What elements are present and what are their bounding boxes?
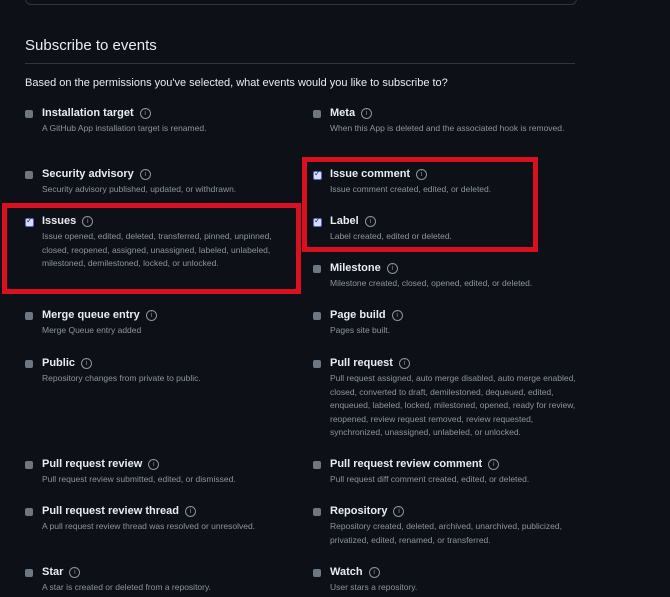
event-description: Repository created, deleted, archived, u… bbox=[330, 521, 562, 545]
event-title[interactable]: Merge queue entry i bbox=[42, 309, 157, 321]
event-description: Repository changes from private to publi… bbox=[42, 373, 201, 383]
event-title[interactable]: Page build i bbox=[330, 309, 403, 321]
event-description: A star is created or deleted from a repo… bbox=[42, 582, 211, 592]
section-intro: Based on the permissions you've selected… bbox=[25, 77, 448, 89]
event-description: Milestone created, closed, opened, edite… bbox=[330, 278, 533, 288]
event-label[interactable]: Security advisory bbox=[42, 168, 134, 180]
event-title[interactable]: Star i bbox=[42, 566, 81, 578]
event-description: A pull request review thread was resolve… bbox=[42, 521, 256, 531]
event-title[interactable]: Pull request review comment i bbox=[330, 458, 500, 470]
event-title[interactable]: Public i bbox=[42, 357, 93, 369]
event-description: Pull request assigned, auto merge disabl… bbox=[330, 373, 576, 437]
security-advisory-checkbox[interactable] bbox=[25, 171, 33, 179]
event-label[interactable]: Pull request review comment bbox=[330, 458, 482, 470]
page-build-checkbox[interactable] bbox=[313, 312, 321, 320]
event-title[interactable]: Meta i bbox=[330, 107, 373, 119]
star-checkbox[interactable] bbox=[25, 569, 33, 577]
event-label[interactable]: Star bbox=[42, 566, 63, 578]
event-description: Merge Queue entry added bbox=[42, 325, 142, 335]
info-icon[interactable]: i bbox=[148, 459, 160, 470]
event-label[interactable]: Public bbox=[42, 357, 75, 369]
highlight-box-issues bbox=[2, 203, 301, 294]
event-label[interactable]: Watch bbox=[330, 566, 363, 578]
info-icon[interactable]: i bbox=[361, 108, 373, 119]
event-title[interactable]: Pull request i bbox=[330, 357, 410, 369]
event-description: A GitHub App installation target is rena… bbox=[42, 123, 207, 133]
pull-request-checkbox[interactable] bbox=[313, 360, 321, 368]
info-icon[interactable]: i bbox=[368, 567, 380, 578]
event-description: Security advisory published, updated, or… bbox=[42, 184, 237, 194]
event-title[interactable]: Repository i bbox=[330, 505, 405, 517]
section-divider bbox=[25, 63, 575, 64]
info-icon[interactable]: i bbox=[398, 358, 410, 369]
merge-queue-entry-checkbox[interactable] bbox=[25, 312, 33, 320]
pull-request-review-thread-checkbox[interactable] bbox=[25, 508, 33, 516]
info-icon[interactable]: i bbox=[184, 506, 196, 517]
event-title[interactable]: Security advisory i bbox=[42, 168, 151, 180]
event-description: User stars a repository. bbox=[330, 582, 418, 592]
pull-request-review-comment-checkbox[interactable] bbox=[313, 461, 321, 469]
info-icon[interactable]: i bbox=[145, 310, 157, 321]
event-description: Pull request review submitted, edited, o… bbox=[42, 474, 236, 484]
event-label[interactable]: Pull request review bbox=[42, 458, 142, 470]
event-title[interactable]: Pull request review i bbox=[42, 458, 160, 470]
event-title[interactable]: Milestone i bbox=[330, 262, 398, 274]
info-icon[interactable]: i bbox=[139, 169, 151, 180]
highlight-box-issue-comment-label bbox=[302, 157, 538, 252]
installation-target-checkbox[interactable] bbox=[25, 110, 33, 118]
event-description: When this App is deleted and the associa… bbox=[330, 123, 565, 133]
repository-checkbox[interactable] bbox=[313, 508, 321, 516]
event-title[interactable]: Installation target i bbox=[42, 107, 151, 119]
info-icon[interactable]: i bbox=[393, 506, 405, 517]
section-title: Subscribe to events bbox=[25, 37, 157, 54]
info-icon[interactable]: i bbox=[386, 263, 398, 274]
info-icon[interactable]: i bbox=[81, 358, 93, 369]
event-title[interactable]: Pull request review thread i bbox=[42, 505, 196, 517]
info-icon[interactable]: i bbox=[139, 108, 151, 119]
event-label[interactable]: Meta bbox=[330, 107, 355, 119]
public-checkbox[interactable] bbox=[25, 360, 33, 368]
event-label[interactable]: Repository bbox=[330, 505, 387, 517]
previous-section-box bbox=[25, 0, 577, 5]
event-label[interactable]: Pull request bbox=[330, 357, 393, 369]
pull-request-review-checkbox[interactable] bbox=[25, 461, 33, 469]
info-icon[interactable]: i bbox=[488, 459, 500, 470]
event-title[interactable]: Watch i bbox=[330, 566, 380, 578]
event-description: Pull request diff comment created, edite… bbox=[330, 474, 530, 484]
watch-checkbox[interactable] bbox=[313, 569, 321, 577]
event-label[interactable]: Installation target bbox=[42, 107, 134, 119]
milestone-checkbox[interactable] bbox=[313, 265, 321, 273]
event-label[interactable]: Merge queue entry bbox=[42, 309, 140, 321]
info-icon[interactable]: i bbox=[391, 310, 403, 321]
event-label[interactable]: Milestone bbox=[330, 262, 381, 274]
info-icon[interactable]: i bbox=[69, 567, 81, 578]
event-label[interactable]: Page build bbox=[330, 309, 386, 321]
meta-checkbox[interactable] bbox=[313, 110, 321, 118]
event-description: Pages site built. bbox=[330, 325, 391, 335]
event-label[interactable]: Pull request review thread bbox=[42, 505, 179, 517]
